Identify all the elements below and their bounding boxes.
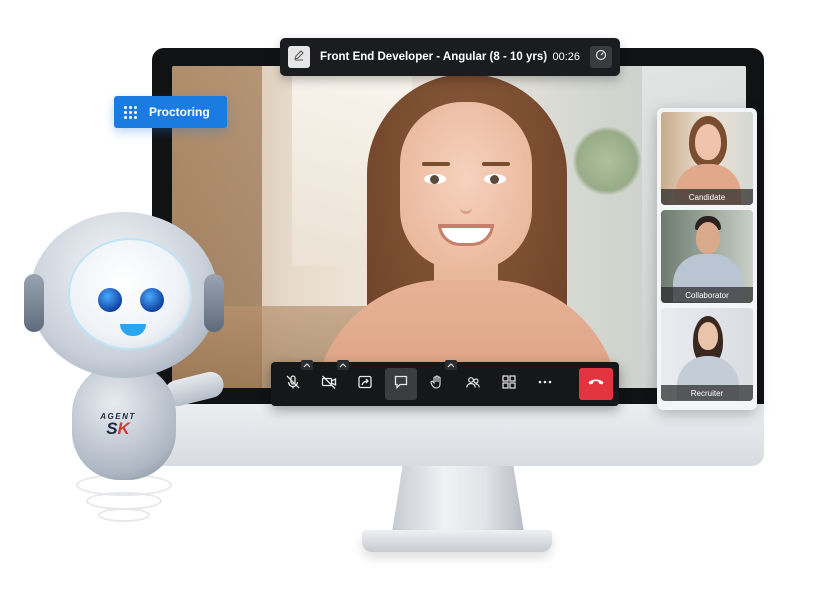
left-brow (422, 162, 450, 166)
edit-button[interactable] (288, 46, 310, 68)
proctoring-badge[interactable]: Proctoring (114, 96, 227, 128)
candidate-face (400, 102, 532, 270)
grid-view-button[interactable] (493, 368, 525, 400)
meeting-timer: 00:26 (552, 51, 580, 63)
background-plant (572, 126, 642, 196)
robot-left-eye (98, 288, 122, 312)
monitor-chin (152, 404, 764, 466)
end-call-button[interactable] (579, 368, 613, 400)
chat-button[interactable] (385, 368, 417, 400)
robot-right-eye (140, 288, 164, 312)
monitor-stand-base (362, 530, 552, 552)
network-speed-button[interactable] (590, 46, 612, 68)
robot-head (30, 212, 218, 378)
tile-face (698, 322, 718, 350)
share-screen-button[interactable] (349, 368, 381, 400)
tile-face (695, 124, 721, 160)
meeting-title-bar: Front End Developer - Angular (8 - 10 yr… (280, 38, 620, 76)
screen-share-icon (357, 374, 373, 395)
left-eye (424, 174, 446, 184)
mic-options-caret[interactable] (301, 360, 313, 370)
nose (460, 192, 472, 214)
monitor-stand-neck (392, 466, 524, 532)
reactions-caret[interactable] (445, 360, 457, 370)
more-icon (537, 374, 553, 395)
robot-mouth (120, 324, 146, 336)
mute-mic-button[interactable] (277, 360, 313, 400)
participant-label: Collaborator (661, 287, 753, 303)
robot-face (68, 238, 192, 350)
brand-sk-text: SK (106, 419, 130, 438)
chat-icon (393, 374, 409, 395)
end-call-icon (587, 375, 605, 393)
right-brow (482, 162, 510, 166)
agent-sk-mascot: AGENT SK (24, 212, 227, 532)
tile-face (696, 222, 720, 254)
camera-off-icon (321, 374, 337, 395)
participant-label: Recruiter (661, 385, 753, 401)
raise-hand-button[interactable] (421, 360, 457, 400)
participants-button[interactable] (457, 368, 489, 400)
participant-tile-collaborator[interactable]: Collaborator (661, 210, 753, 303)
robot-right-ear (204, 274, 224, 332)
right-eye (484, 174, 506, 184)
camera-options-caret[interactable] (337, 360, 349, 370)
participants-panel: Candidate Collaborator Recruiter (657, 108, 757, 410)
pencil-icon (293, 48, 305, 66)
robot-left-ear (24, 274, 44, 332)
grid-view-icon (501, 374, 517, 395)
participants-icon (465, 374, 481, 395)
robot-brand-logo: AGENT SK (88, 412, 148, 437)
proctoring-label: Proctoring (149, 105, 210, 119)
participant-tile-recruiter[interactable]: Recruiter (661, 308, 753, 401)
participant-label: Candidate (661, 189, 753, 205)
raise-hand-icon (429, 374, 445, 395)
more-options-button[interactable] (529, 368, 561, 400)
call-controls-toolbar (271, 360, 619, 406)
hover-ring (98, 508, 150, 522)
mic-off-icon (285, 374, 301, 395)
toggle-camera-button[interactable] (313, 360, 349, 400)
participant-tile-candidate[interactable]: Candidate (661, 112, 753, 205)
meeting-title: Front End Developer - Angular (8 - 10 yr… (320, 51, 548, 63)
speedometer-icon (595, 48, 607, 66)
grid-dots-icon (124, 105, 137, 119)
smile (438, 224, 494, 246)
